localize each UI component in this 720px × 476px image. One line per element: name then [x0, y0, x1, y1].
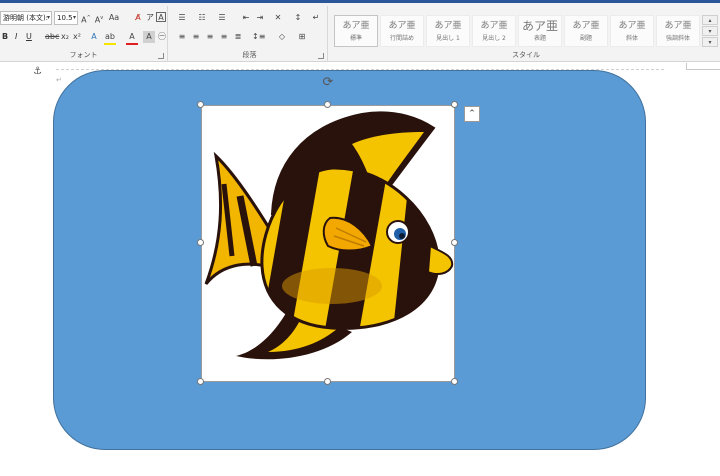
enclosed-character-icon[interactable]: ㊀: [156, 31, 168, 43]
styles-group: あア亜 標準 あア亜 行間詰め あア亜 見出し 1 あア亜 見出し 2 あア亜 …: [332, 6, 720, 62]
layout-options-icon: ⌃: [468, 109, 476, 119]
rotate-handle-icon[interactable]: ⟳: [321, 76, 335, 90]
gallery-more-button[interactable]: ▾: [702, 37, 718, 47]
align-left-icon[interactable]: ≡: [176, 31, 188, 43]
style-emphasis[interactable]: あア亜 斜体: [610, 15, 654, 47]
style-sample: あア亜: [388, 21, 416, 31]
subscript-icon[interactable]: x₂: [59, 31, 71, 43]
fish-clipart-icon: [204, 111, 454, 360]
bold-button[interactable]: B: [2, 30, 8, 44]
distributed-indent-icon[interactable]: ✕: [272, 12, 284, 24]
font-name-value: 游明朝 (本文):: [3, 14, 49, 22]
style-sample: あア亜: [480, 21, 508, 31]
style-name: 見出し 1: [436, 35, 460, 42]
font-size-value: 10.5: [57, 14, 73, 22]
character-border-icon[interactable]: A: [156, 12, 166, 22]
shading-icon[interactable]: ◇: [276, 31, 288, 43]
show-marks-icon[interactable]: ↵: [310, 12, 322, 24]
style-name: 標準: [349, 35, 362, 42]
margin-corner-mark: [686, 63, 720, 70]
style-name: 副題: [579, 35, 592, 42]
font-dialog-launcher-icon[interactable]: [158, 53, 164, 59]
font-color-icon[interactable]: A: [126, 31, 138, 43]
font-name-combo[interactable]: 游明朝 (本文): ▾: [0, 11, 52, 25]
resize-handle-top-left[interactable]: [197, 101, 204, 108]
align-right-icon[interactable]: ≡: [204, 31, 216, 43]
paragraph-dialog-launcher-icon[interactable]: [318, 53, 324, 59]
layout-options-button[interactable]: ⌃: [464, 106, 480, 122]
styles-group-label: スタイル: [512, 51, 540, 59]
underline-button[interactable]: U: [26, 30, 32, 44]
font-group: 游明朝 (本文): ▾ 10.5 ▾ A^ Av Aa A̸ ア A B I U…: [0, 6, 168, 62]
fish-picture[interactable]: [201, 105, 455, 382]
numbering-icon[interactable]: ☷: [196, 12, 208, 24]
bullets-icon[interactable]: ☰: [176, 12, 188, 24]
style-name: 強調斜体: [665, 35, 690, 42]
style-sample: あア亜: [572, 21, 600, 31]
italic-button[interactable]: I: [15, 30, 17, 44]
change-case-icon[interactable]: Aa: [108, 12, 120, 24]
align-center-icon[interactable]: ≡: [190, 31, 202, 43]
style-heading-1[interactable]: あア亜 見出し 1: [426, 15, 470, 47]
borders-icon[interactable]: ⊞: [296, 31, 308, 43]
font-group-label: フォント: [69, 51, 98, 59]
increase-indent-icon[interactable]: ⇥: [254, 12, 266, 24]
anchor-icon[interactable]: ⚓: [33, 66, 42, 77]
clear-formatting-icon[interactable]: A̸: [132, 12, 144, 24]
resize-handle-top-right[interactable]: [451, 101, 458, 108]
style-sample: あア亜: [434, 21, 462, 31]
style-name: 表題: [533, 35, 546, 42]
paragraph-group-label: 段落: [242, 51, 257, 59]
style-sample: あア亜: [618, 21, 646, 31]
shrink-font-icon[interactable]: Av: [93, 12, 105, 25]
resize-handle-top[interactable]: [324, 101, 331, 108]
style-name: 行間詰め: [389, 35, 414, 42]
resize-handle-bottom[interactable]: [324, 378, 331, 385]
style-name: 見出し 2: [482, 35, 506, 42]
strikethrough-icon[interactable]: abc: [45, 31, 59, 43]
paragraph-group: ☰ ☷ ☰ ⇤ ⇥ ✕ ↕ ↵ ≡ ≡ ≡ ≡ ≣ ↕≡ ◇ ⊞ 段落: [172, 6, 328, 62]
font-color-swatch: [126, 43, 138, 45]
paragraph-mark-icon: ↵: [56, 76, 62, 84]
character-shading-icon[interactable]: A: [143, 31, 155, 43]
justify-icon[interactable]: ≡: [218, 31, 230, 43]
distributed-icon[interactable]: ≣: [232, 31, 244, 43]
style-standard[interactable]: あア亜 標準: [334, 15, 378, 47]
text-effects-icon[interactable]: A: [88, 31, 100, 43]
highlight-color-swatch: [104, 43, 116, 45]
superscript-icon[interactable]: x²: [71, 31, 83, 43]
decrease-indent-icon[interactable]: ⇤: [240, 12, 252, 24]
gallery-scroll-down-button[interactable]: ▾: [702, 26, 718, 36]
phonetic-guide-icon[interactable]: ア: [144, 12, 156, 24]
style-heading-2[interactable]: あア亜 見出し 2: [472, 15, 516, 47]
grow-font-icon[interactable]: A^: [80, 12, 92, 25]
style-sample: あア亜: [521, 19, 558, 33]
style-sample: あア亜: [342, 21, 370, 31]
chevron-down-icon: ▾: [72, 14, 76, 21]
style-sample: あア亜: [664, 21, 692, 31]
ribbon: 游明朝 (本文): ▾ 10.5 ▾ A^ Av Aa A̸ ア A B I U…: [0, 0, 720, 62]
resize-handle-bottom-left[interactable]: [197, 378, 204, 385]
resize-handle-left[interactable]: [197, 239, 204, 246]
resize-handle-bottom-right[interactable]: [451, 378, 458, 385]
sort-icon[interactable]: ↕: [292, 12, 304, 24]
gallery-scroll-up-button[interactable]: ▴: [702, 15, 718, 25]
font-size-combo[interactable]: 10.5 ▾: [54, 11, 78, 25]
chevron-down-icon: ▾: [46, 14, 50, 21]
multilevel-list-icon[interactable]: ☰: [216, 12, 228, 24]
highlight-icon[interactable]: ab: [104, 31, 116, 43]
style-intense-emphasis[interactable]: あア亜 強調斜体: [656, 15, 700, 47]
line-spacing-icon[interactable]: ↕≡: [252, 31, 265, 43]
ribbon-accent-strip: [0, 0, 720, 3]
style-subtitle[interactable]: あア亜 副題: [564, 15, 608, 47]
resize-handle-right[interactable]: [451, 239, 458, 246]
style-no-spacing[interactable]: あア亜 行間詰め: [380, 15, 424, 47]
style-title[interactable]: あア亜 表題: [518, 15, 562, 47]
style-name: 斜体: [625, 35, 638, 42]
